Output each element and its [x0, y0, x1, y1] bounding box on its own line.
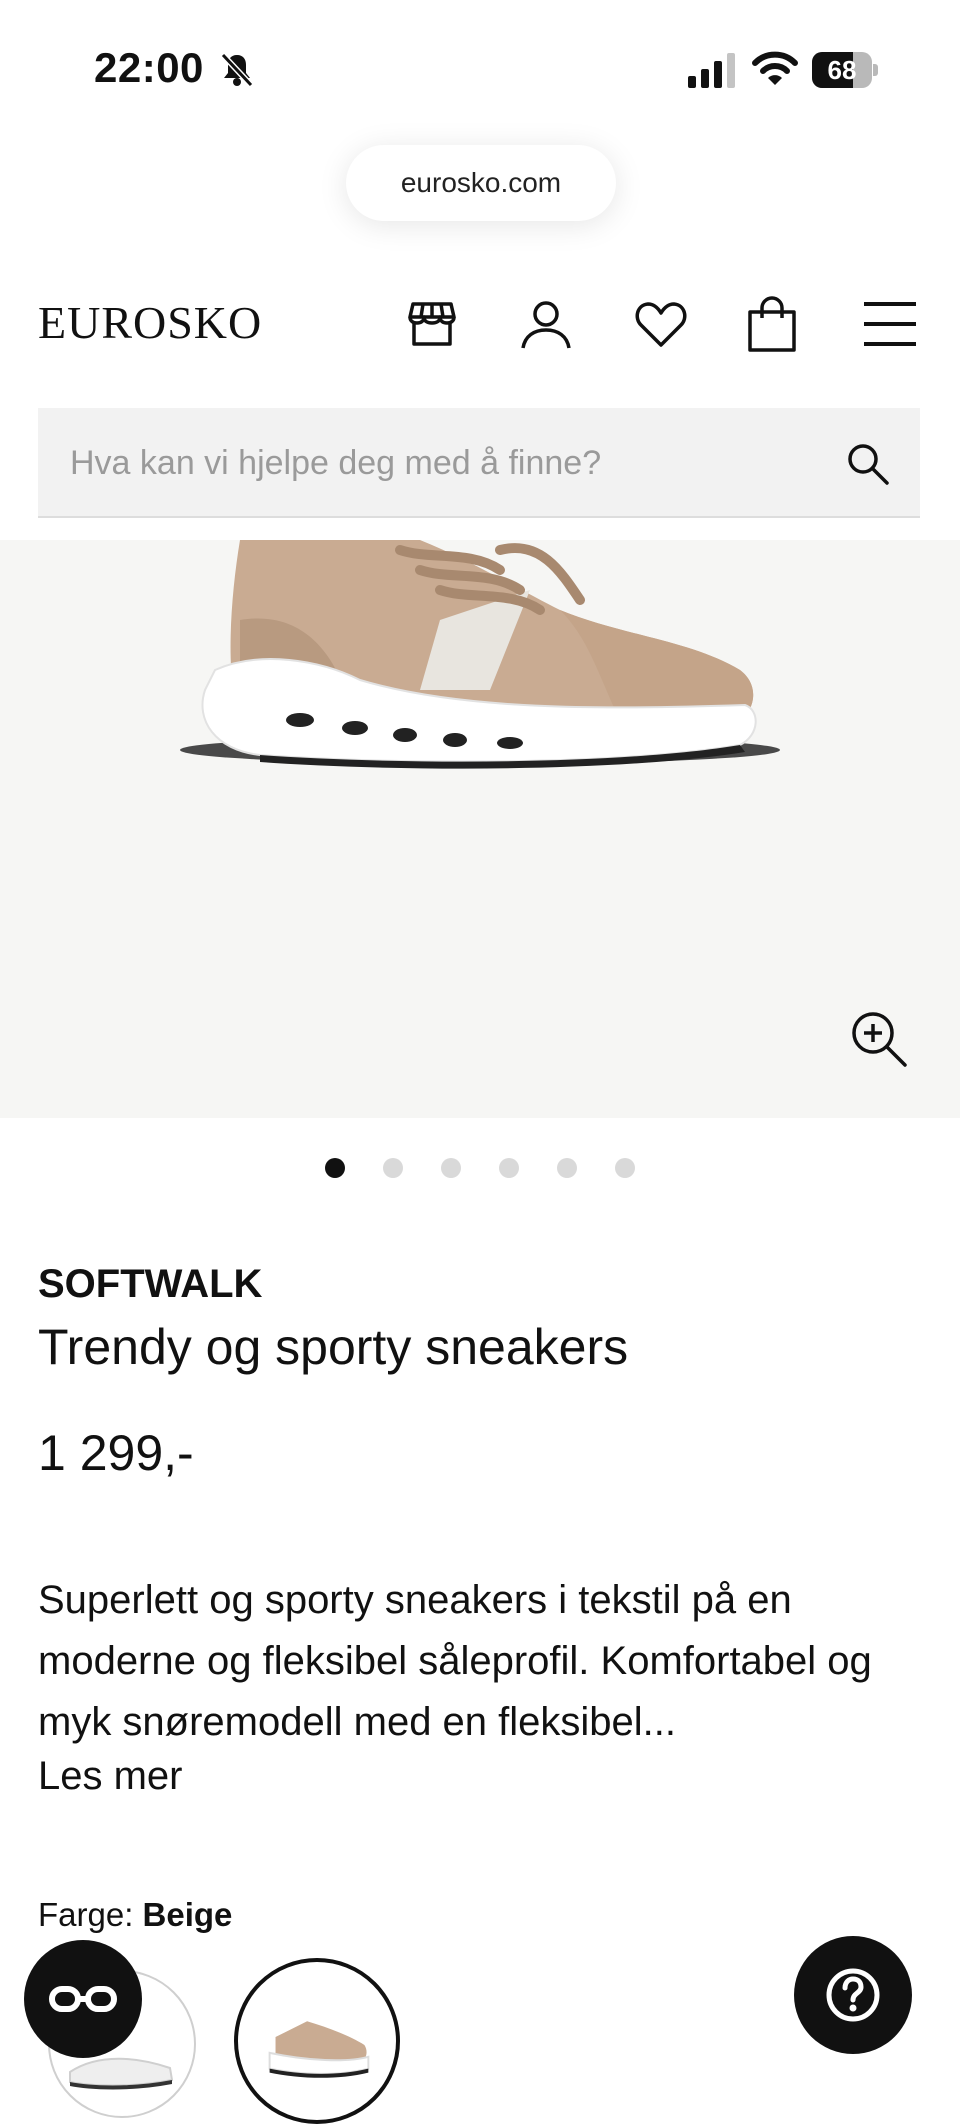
color-selection-label: Farge: Beige — [38, 1896, 232, 1934]
menu-icon[interactable] — [862, 296, 918, 352]
help-button[interactable] — [794, 1936, 912, 2054]
sneaker-illustration — [180, 540, 780, 769]
battery-percent: 68 — [827, 55, 857, 85]
product-image[interactable] — [0, 540, 960, 1118]
search-input[interactable] — [68, 408, 832, 518]
product-price: 1 299,- — [38, 1425, 194, 1481]
carousel-dot[interactable] — [383, 1158, 403, 1178]
product-description: Superlett og sporty sneakers i tekstil p… — [38, 1578, 872, 1744]
bag-icon[interactable] — [744, 296, 800, 352]
read-more-link[interactable]: Les mer — [38, 1754, 183, 1799]
glasses-icon — [49, 1986, 117, 2012]
status-bar: 22:00 68 — [0, 0, 960, 140]
wifi-icon — [752, 50, 798, 88]
color-value: Beige — [142, 1896, 233, 1933]
help-icon — [826, 1968, 880, 2022]
carousel-dot[interactable] — [557, 1158, 577, 1178]
virtual-tryon-button[interactable] — [24, 1940, 142, 2058]
carousel-dot[interactable] — [441, 1158, 461, 1178]
search-bar — [38, 408, 920, 518]
carousel-dots — [0, 1158, 960, 1178]
battery-icon: 68 — [812, 52, 878, 88]
clock: 22:00 — [94, 44, 204, 91]
product-title: Trendy og sporty sneakers — [38, 1319, 629, 1375]
search-icon[interactable] — [846, 442, 890, 486]
address-bar[interactable]: eurosko.com — [346, 145, 616, 221]
color-label: Farge: — [38, 1896, 134, 1933]
product-brand[interactable]: SOFTWALK — [38, 1262, 262, 1307]
site-logo[interactable]: EUROSKO — [38, 296, 262, 349]
signal-icon — [688, 52, 736, 88]
zoom-icon[interactable] — [850, 1010, 908, 1068]
bell-off-icon — [220, 52, 254, 88]
carousel-dot[interactable] — [499, 1158, 519, 1178]
color-swatch-beige[interactable] — [234, 1958, 400, 2124]
account-icon[interactable] — [518, 296, 574, 352]
store-icon[interactable] — [404, 296, 460, 352]
carousel-dot[interactable] — [325, 1158, 345, 1178]
heart-icon[interactable] — [633, 296, 689, 352]
carousel-dot[interactable] — [615, 1158, 635, 1178]
